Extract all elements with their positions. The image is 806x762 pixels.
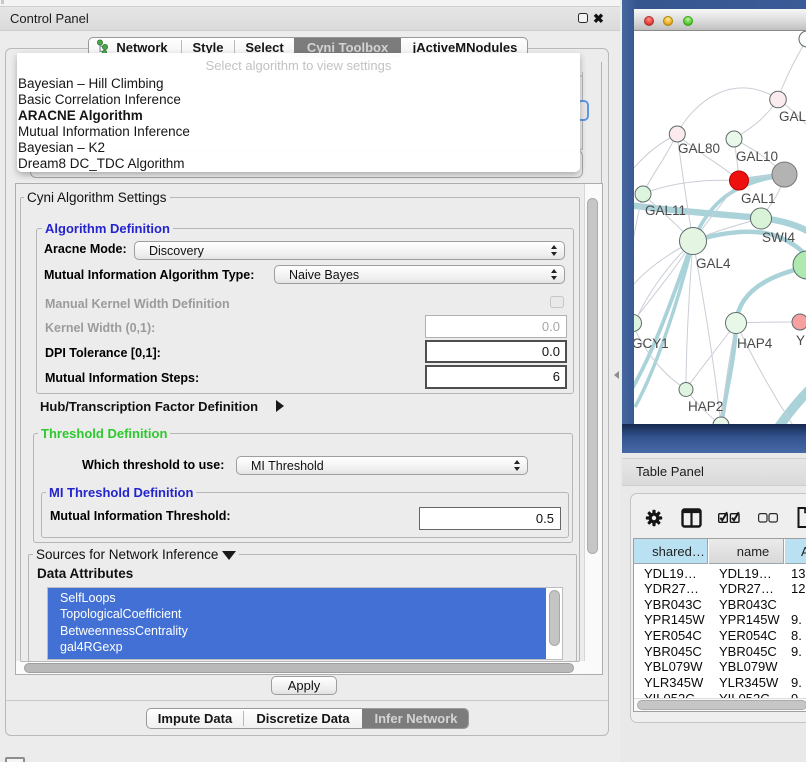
- svg-text:SWI4: SWI4: [762, 230, 795, 245]
- svg-text:GCY1: GCY1: [634, 336, 669, 351]
- svg-text:Y: Y: [796, 333, 805, 348]
- svg-text:GAL80: GAL80: [678, 141, 720, 156]
- svg-text:GAL11: GAL11: [645, 203, 686, 218]
- svg-text:GAL: GAL: [779, 109, 806, 124]
- svg-text:HAP4: HAP4: [737, 336, 773, 351]
- svg-text:GAL10: GAL10: [736, 149, 778, 164]
- svg-text:GAL1: GAL1: [741, 191, 776, 206]
- svg-text:HAP2: HAP2: [688, 399, 723, 414]
- svg-text:GAL4: GAL4: [696, 256, 731, 271]
